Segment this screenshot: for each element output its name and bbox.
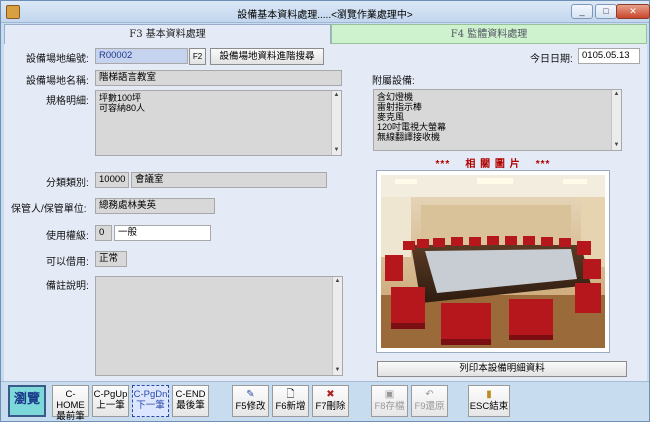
accessory-item: 含幻燈機 bbox=[377, 92, 414, 102]
print-details-button[interactable]: 列印本設備明細資料 bbox=[377, 361, 627, 377]
next-record-button[interactable]: C-PgDn 下一筆 bbox=[132, 385, 169, 417]
last-record-button[interactable]: C-END 最後筆 bbox=[172, 385, 209, 417]
advanced-search-button[interactable]: 設備場地資料進階搜尋 bbox=[210, 48, 324, 65]
category-name-field: 會議室 bbox=[131, 172, 327, 188]
exit-button[interactable]: ▮ ESC結束 bbox=[468, 385, 510, 417]
scroll-up-icon[interactable]: ▲ bbox=[333, 277, 342, 286]
undo-icon: ↶ bbox=[425, 389, 434, 400]
close-button[interactable]: ✕ bbox=[616, 4, 650, 19]
next-record-shortcut: C-PgDn bbox=[133, 389, 168, 400]
date-label: 今日日期: bbox=[530, 54, 573, 65]
minimize-button[interactable]: _ bbox=[571, 4, 593, 19]
scroll-down-icon[interactable]: ▼ bbox=[333, 366, 342, 375]
level-label: 使用權級: bbox=[46, 231, 89, 242]
scroll-down-icon[interactable]: ▼ bbox=[612, 141, 621, 150]
scroll-up-icon[interactable]: ▲ bbox=[332, 91, 341, 100]
f2-lookup-button[interactable]: F2 bbox=[189, 48, 206, 65]
save-icon: ▣ bbox=[384, 389, 395, 400]
tab-basic-data[interactable]: F3 基本資料處理 bbox=[4, 24, 331, 44]
venue-code-field[interactable]: R00002 bbox=[95, 48, 188, 64]
new-document-icon: 🗋 bbox=[286, 389, 295, 400]
category-code-field[interactable]: 10000 bbox=[95, 172, 129, 188]
keeper-field[interactable]: 總務處林美英 bbox=[95, 198, 215, 214]
venue-name-label: 設備場地名稱: bbox=[26, 76, 89, 87]
accessories-label: 附屬設備: bbox=[372, 76, 415, 87]
app-window: 設備基本資料處理.....<瀏覽作業處理中> _ □ ✕ F3 基本資料處理 F… bbox=[0, 0, 650, 422]
scroll-down-icon[interactable]: ▼ bbox=[332, 146, 341, 155]
delete-icon: ✖ bbox=[326, 389, 335, 400]
prev-record-button[interactable]: C-PgUp 上一筆 bbox=[92, 385, 129, 417]
accessory-item: 麥克風 bbox=[377, 112, 405, 122]
borrow-field[interactable]: 正常 bbox=[95, 251, 127, 267]
add-button[interactable]: 🗋 F6新增 bbox=[272, 385, 309, 417]
accessory-item: 120吋電視大螢幕 bbox=[377, 122, 447, 132]
accessory-item: 雷射指示棒 bbox=[377, 102, 423, 112]
save-button[interactable]: ▣ F8存檔 bbox=[371, 385, 408, 417]
browse-mode-button[interactable]: 瀏覽 bbox=[8, 385, 46, 417]
delete-label: F7刪除 bbox=[315, 401, 346, 412]
spec-textarea[interactable]: 坪數100坪 可容納80人 ▲ ▼ bbox=[95, 90, 342, 156]
accessory-item: 無線翻譯接收機 bbox=[377, 132, 441, 142]
photo-title: *** 相 關 圖 片 *** bbox=[435, 159, 551, 170]
last-record-label: 最後筆 bbox=[176, 400, 205, 411]
level-code-field[interactable]: 0 bbox=[95, 225, 112, 241]
maximize-button[interactable]: □ bbox=[595, 4, 617, 19]
window-title: 設備基本資料處理.....<瀏覽作業處理中> bbox=[237, 10, 413, 21]
prev-record-label: 上一筆 bbox=[96, 400, 125, 411]
exit-label: ESC結束 bbox=[469, 401, 509, 412]
prev-record-shortcut: C-PgUp bbox=[93, 389, 128, 400]
scroll-up-icon[interactable]: ▲ bbox=[612, 90, 621, 99]
category-label: 分類類別: bbox=[46, 178, 89, 189]
date-field: 0105.05.13 bbox=[578, 48, 640, 64]
edit-label: F5修改 bbox=[235, 401, 266, 412]
accessories-textarea[interactable]: 含幻燈機 雷射指示棒 麥克風 120吋電視大螢幕 無線翻譯接收機 ▲ ▼ bbox=[373, 89, 622, 151]
tab-monitor-data[interactable]: F4 監體資料處理 bbox=[331, 24, 647, 44]
accessories-scrollbar[interactable]: ▲ ▼ bbox=[611, 90, 621, 150]
bottom-toolbar: 瀏覽 C-HOME 最前筆 C-PgUp 上一筆 C-PgDn 下一筆 C-EN… bbox=[1, 381, 649, 422]
venue-name-field[interactable]: 階梯語言教室 bbox=[95, 70, 342, 86]
exit-door-icon: ▮ bbox=[486, 389, 492, 400]
spec-label: 規格明細: bbox=[46, 96, 89, 107]
spec-line: 可容納80人 bbox=[99, 103, 146, 113]
title-bar: 設備基本資料處理.....<瀏覽作業處理中> _ □ ✕ bbox=[1, 1, 650, 23]
first-record-shortcut: C-HOME bbox=[56, 389, 85, 411]
notes-label: 備註說明: bbox=[46, 281, 89, 292]
last-record-shortcut: C-END bbox=[175, 389, 206, 400]
save-label: F8存檔 bbox=[374, 401, 405, 412]
edit-button[interactable]: ✎ F5修改 bbox=[232, 385, 269, 417]
venue-code-label: 設備場地編號: bbox=[26, 54, 89, 65]
conference-room-image bbox=[381, 175, 605, 348]
keeper-label: 保管人/保管單位: bbox=[11, 204, 87, 215]
main-panel: F3 基本資料處理 F4 監體資料處理 設備場地編號: R00002 F2 設備… bbox=[4, 24, 647, 381]
notes-scrollbar[interactable]: ▲ ▼ bbox=[332, 277, 342, 375]
first-record-label: 最前筆 bbox=[56, 411, 85, 422]
restore-button[interactable]: ↶ F9還原 bbox=[411, 385, 448, 417]
notes-textarea[interactable]: ▲ ▼ bbox=[95, 276, 343, 376]
delete-button[interactable]: ✖ F7刪除 bbox=[312, 385, 349, 417]
spec-scrollbar[interactable]: ▲ ▼ bbox=[331, 91, 341, 155]
spec-line: 坪數100坪 bbox=[99, 93, 142, 103]
first-record-button[interactable]: C-HOME 最前筆 bbox=[52, 385, 89, 422]
venue-photo bbox=[376, 170, 610, 353]
level-name-field: 一般 bbox=[114, 225, 211, 241]
restore-label: F9還原 bbox=[414, 401, 445, 412]
borrow-label: 可以借用: bbox=[46, 257, 89, 268]
next-record-label: 下一筆 bbox=[136, 400, 165, 411]
edit-icon: ✎ bbox=[246, 389, 255, 400]
add-label: F6新增 bbox=[275, 401, 306, 412]
